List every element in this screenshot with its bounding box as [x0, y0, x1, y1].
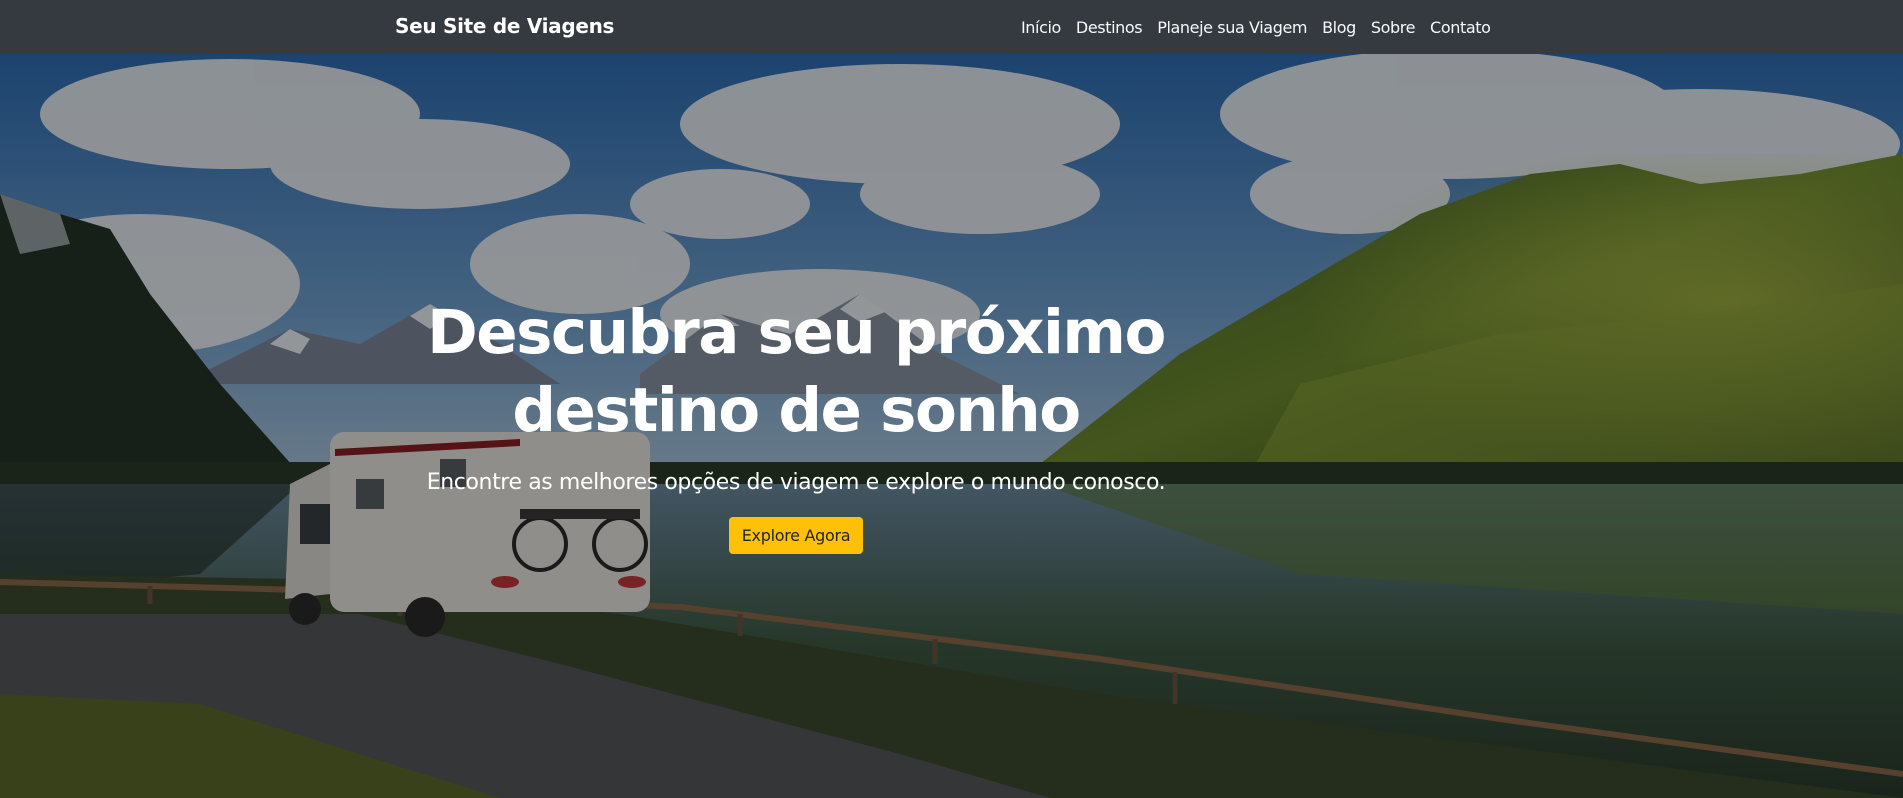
nav-link-inicio[interactable]: Início — [1013, 18, 1068, 37]
nav-link-sobre[interactable]: Sobre — [1363, 18, 1422, 37]
hero-subtitle: Encontre as melhores opções de viagem e … — [426, 470, 1166, 495]
nav-links: Início Destinos Planeje sua Viagem Blog … — [1013, 0, 1498, 54]
nav-link-planeje[interactable]: Planeje sua Viagem — [1150, 18, 1315, 37]
navbar: Seu Site de Viagens Início Destinos Plan… — [0, 0, 1903, 54]
hero-section: Descubra seu próximo destino de sonho En… — [0, 54, 1903, 798]
site-brand-link[interactable]: Seu Site de Viagens — [395, 14, 614, 38]
hero-content: Descubra seu próximo destino de sonho En… — [395, 294, 1197, 554]
nav-link-contato[interactable]: Contato — [1423, 18, 1498, 37]
nav-link-blog[interactable]: Blog — [1315, 18, 1364, 37]
nav-link-destinos[interactable]: Destinos — [1068, 18, 1149, 37]
explore-now-button[interactable]: Explore Agora — [728, 517, 864, 554]
hero-title: Descubra seu próximo destino de sonho — [427, 297, 1166, 446]
